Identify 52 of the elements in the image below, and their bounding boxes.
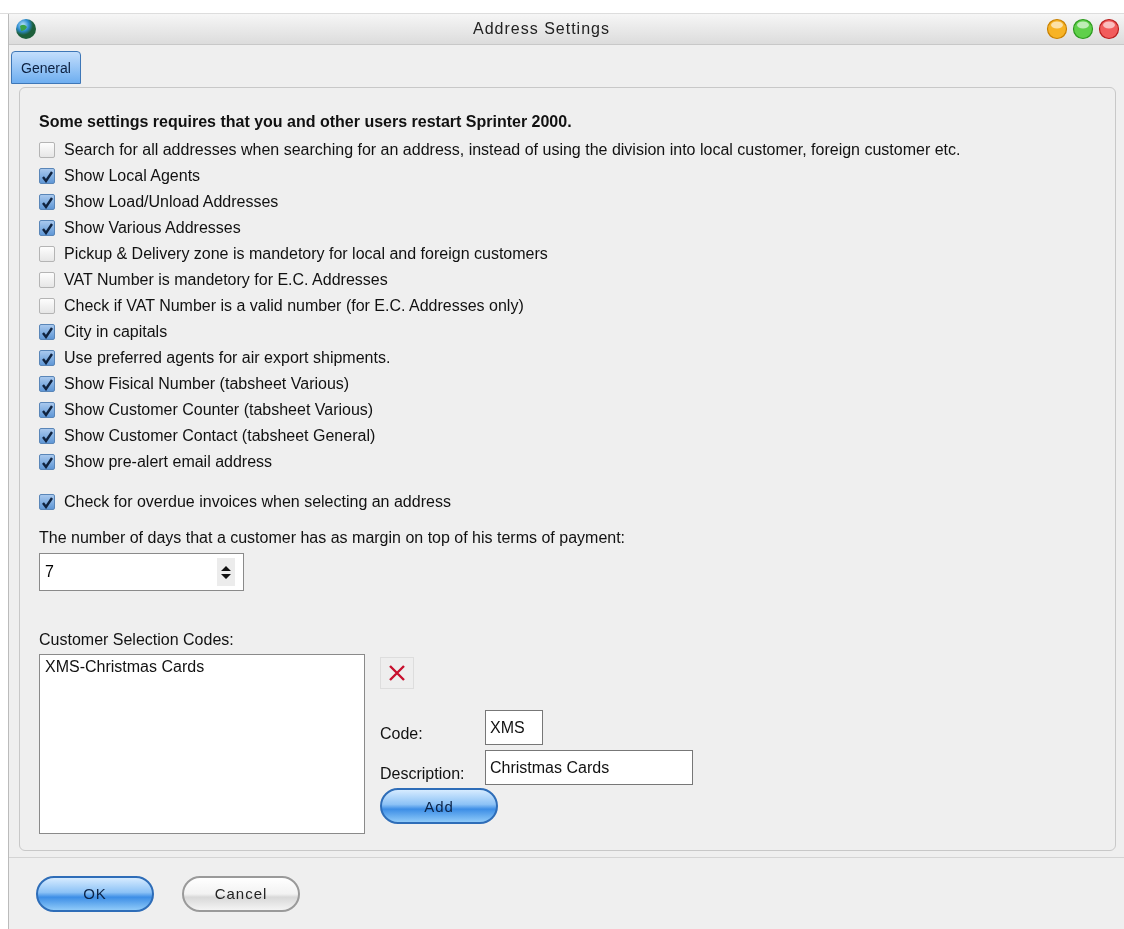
checkbox-label[interactable]: Show Customer Contact (tabsheet General) — [64, 427, 376, 445]
description-label: Description: — [380, 765, 466, 784]
checkbox-label[interactable]: VAT Number is mandetory for E.C. Addresses — [64, 271, 388, 289]
checkbox[interactable] — [39, 194, 55, 210]
minimize-button[interactable] — [1046, 18, 1068, 40]
ok-button[interactable]: OK — [36, 875, 154, 912]
tab[interactable]: General — [11, 51, 81, 84]
checkbox[interactable] — [39, 376, 55, 392]
maximize-button[interactable] — [1072, 18, 1094, 40]
checkbox[interactable] — [39, 402, 55, 418]
checkbox-label[interactable]: Search for all addresses when searching for an address, instead of using the division into local customer, foreign customer etc. — [64, 141, 961, 159]
checkbox[interactable] — [39, 142, 55, 158]
checkbox-label[interactable]: Check if VAT Number is a valid number (for E.C. Addresses only) — [64, 297, 524, 315]
number-value[interactable]: 7 — [40, 562, 217, 582]
checkbox[interactable] — [39, 168, 55, 184]
checkbox[interactable] — [39, 324, 55, 340]
delete-button[interactable] — [380, 657, 414, 689]
checkbox-label[interactable]: Show Various Addresses — [64, 219, 241, 237]
add-button[interactable]: Add — [380, 788, 498, 824]
dialog-button[interactable]: Cancel — [182, 875, 300, 912]
checkbox-label[interactable]: Show pre-alert email address — [64, 453, 273, 471]
checkbox-label[interactable]: City in capitals — [64, 323, 168, 341]
cross-icon — [388, 664, 406, 682]
globe-icon — [15, 18, 37, 40]
checkbox[interactable] — [39, 272, 55, 288]
checkbox[interactable] — [39, 350, 55, 366]
field-label: Customer Selection Codes: — [39, 631, 235, 649]
close-button[interactable] — [1098, 18, 1120, 40]
description-field[interactable]: Christmas Cards — [485, 750, 693, 785]
checkbox[interactable] — [39, 220, 55, 236]
spin-button[interactable] — [217, 558, 235, 586]
checkbox[interactable] — [39, 494, 55, 510]
checkbox[interactable] — [39, 454, 55, 470]
number-field[interactable]: 7 — [39, 553, 244, 591]
codes-list[interactable]: XMS-Christmas Cards — [39, 654, 365, 834]
checkbox[interactable] — [39, 298, 55, 314]
checkbox[interactable] — [39, 246, 55, 262]
code-label: Code: — [380, 725, 424, 744]
notice-text: Some settings requires that you and other users restart Sprinter 2000. — [39, 113, 573, 132]
checkbox-label[interactable]: Show Fisical Number (tabsheet Various) — [64, 375, 350, 393]
window-title: Address Settings — [472, 20, 611, 38]
checkbox-label[interactable]: Pickup & Delivery zone is mandetory for local and foreign customers — [64, 245, 548, 263]
checkbox-label[interactable]: Show Local Agents — [64, 167, 201, 185]
checkbox-label[interactable]: Show Customer Counter (tabsheet Various) — [64, 401, 374, 419]
code-field[interactable]: XMS — [485, 710, 543, 745]
list-item[interactable]: XMS-Christmas Cards — [45, 658, 359, 676]
checkbox-label[interactable]: Check for overdue invoices when selecting an address — [64, 493, 451, 511]
checkbox[interactable] — [39, 428, 55, 444]
checkbox-label[interactable]: Use preferred agents for air export shipments. — [64, 349, 391, 367]
checkbox-label[interactable]: Show Load/Unload Addresses — [64, 193, 279, 211]
field-label: The number of days that a customer has as margin on top of his terms of payment: — [39, 529, 627, 547]
up-down-arrows-icon — [221, 564, 231, 580]
